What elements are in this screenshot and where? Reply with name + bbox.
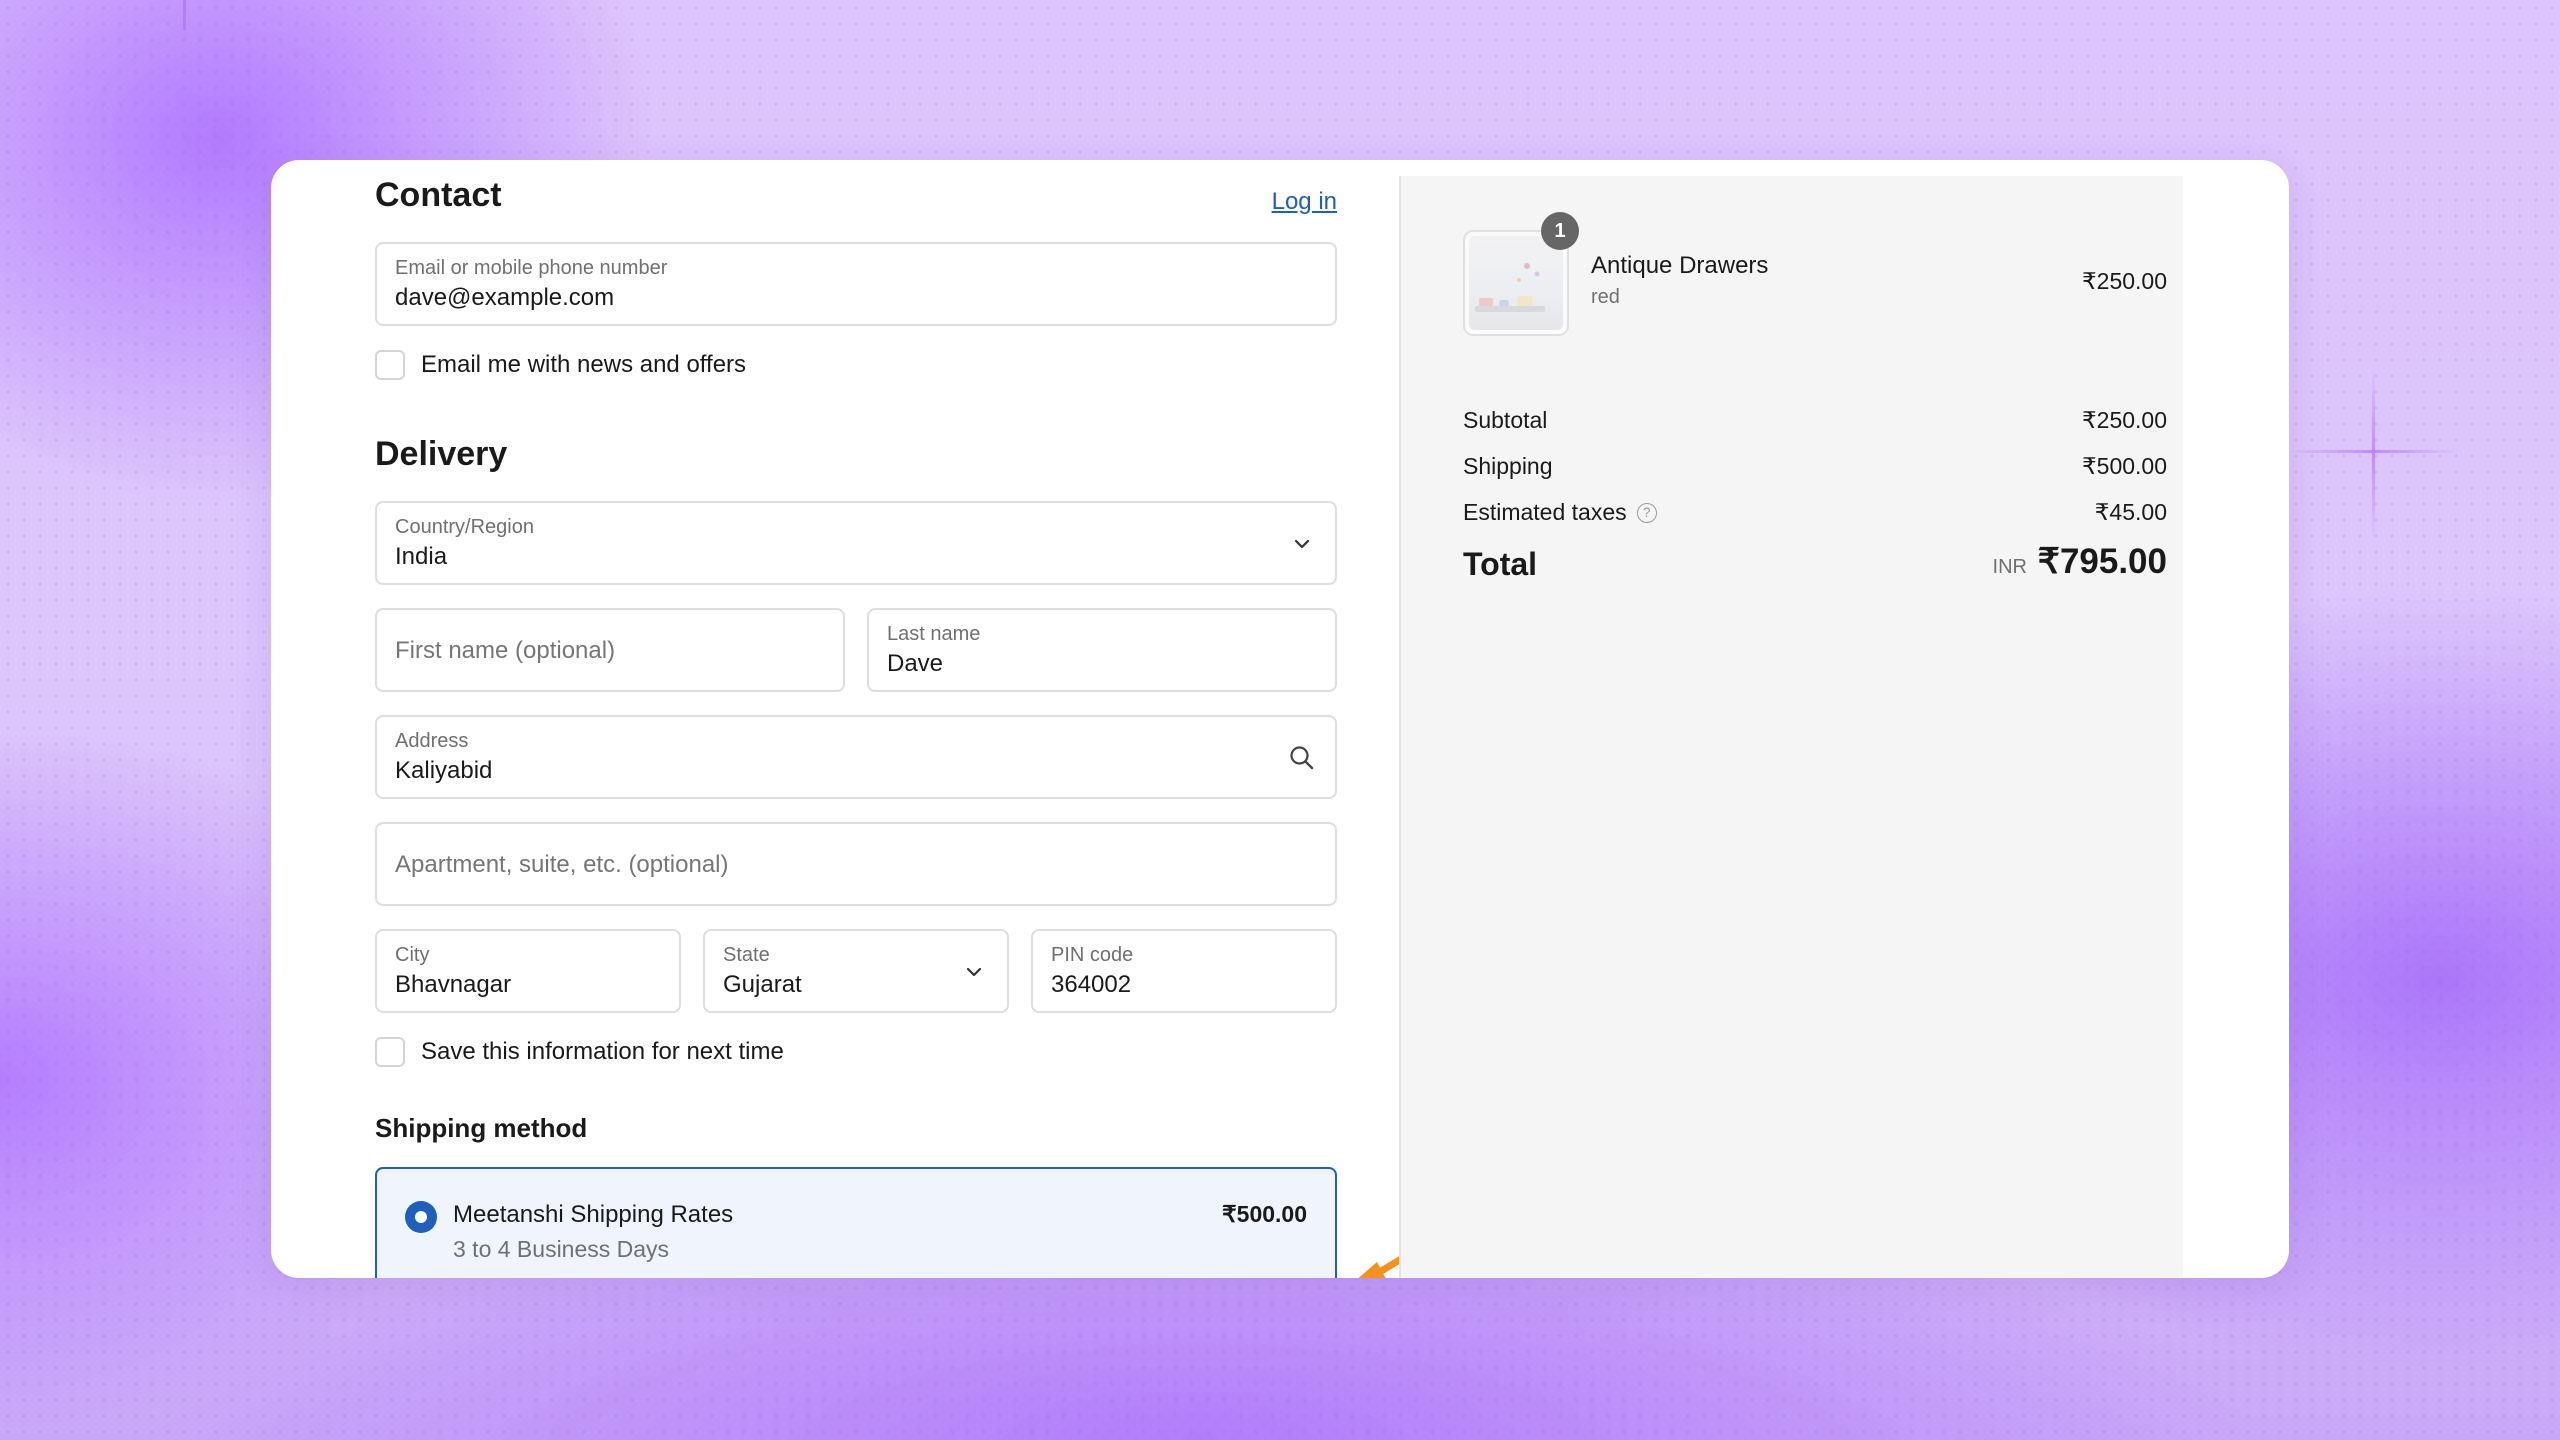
total-currency: INR — [1992, 556, 2027, 578]
address-field[interactable]: Address Kaliyabid — [375, 715, 1337, 799]
subtotal-value: ₹250.00 — [2082, 407, 2167, 433]
search-icon[interactable] — [1287, 743, 1317, 773]
apartment-field[interactable]: Apartment, suite, etc. (optional) — [375, 822, 1337, 906]
shipping-option-name: Meetanshi Shipping Rates — [453, 1201, 734, 1228]
chevron-down-icon — [1294, 539, 1310, 549]
country-label: Country/Region — [395, 516, 534, 538]
help-icon[interactable]: ? — [1636, 502, 1657, 523]
shipping-value: ₹500.00 — [2082, 453, 2167, 479]
shipping-method-title: Shipping method — [375, 1113, 588, 1143]
taxes-row: Estimated taxes ? ₹45.00 — [1463, 499, 2167, 529]
taxes-value: ₹45.00 — [2094, 499, 2167, 525]
contact-title: Contact — [375, 176, 502, 214]
pin-code-label: PIN code — [1051, 944, 1134, 966]
shipping-option-radio[interactable] — [405, 1201, 437, 1233]
product-variant: red — [1591, 286, 1620, 308]
news-checkbox[interactable] — [375, 350, 405, 380]
checkout-card: Contact Log in Email or mobile phone num… — [271, 160, 2289, 1278]
checkout-form: Contact Log in Email or mobile phone num… — [271, 160, 1533, 1278]
email-field-value: dave@example.com — [395, 284, 615, 311]
address-value: Kaliyabid — [395, 757, 493, 784]
product-image-drawing — [1475, 263, 1545, 312]
product-price: ₹250.00 — [2082, 268, 2167, 294]
save-info-label: Save this information for next time — [421, 1038, 784, 1065]
shipping-option[interactable]: Meetanshi Shipping Rates 3 to 4 Business… — [375, 1167, 1337, 1278]
state-select[interactable]: State Gujarat — [703, 929, 1009, 1013]
delivery-title: Delivery — [375, 435, 508, 473]
product-image — [1469, 236, 1563, 330]
last-name-field[interactable]: Last name Dave — [867, 608, 1337, 692]
last-name-label: Last name — [887, 623, 981, 645]
news-checkbox-row[interactable]: Email me with news and offers — [375, 349, 746, 381]
total-label: Total — [1463, 546, 1538, 582]
email-field-label: Email or mobile phone number — [395, 257, 668, 279]
pin-code-field[interactable]: PIN code 364002 — [1031, 929, 1337, 1013]
shipping-label: Shipping — [1463, 453, 1553, 479]
email-field[interactable]: Email or mobile phone number dave@exampl… — [375, 242, 1337, 326]
city-label: City — [395, 944, 430, 966]
product-quantity-badge: 1 — [1541, 212, 1579, 250]
product-name: Antique Drawers — [1591, 252, 1769, 279]
save-info-checkbox[interactable] — [375, 1037, 405, 1067]
pin-code-value: 364002 — [1051, 971, 1132, 998]
decorative-sparkle — [2288, 368, 2458, 538]
city-value: Bhavnagar — [395, 971, 512, 998]
city-field[interactable]: City Bhavnagar — [375, 929, 681, 1013]
subtotal-label: Subtotal — [1463, 407, 1548, 433]
address-label: Address — [395, 730, 469, 752]
decorative-line — [183, 0, 186, 30]
news-checkbox-label: Email me with news and offers — [421, 351, 747, 378]
taxes-label-group: Estimated taxes ? — [1463, 499, 1657, 526]
country-select[interactable]: Country/Region India — [375, 501, 1337, 585]
shipping-option-price: ₹500.00 — [1222, 1201, 1307, 1227]
taxes-label: Estimated taxes — [1463, 499, 1627, 525]
product-thumbnail: 1 — [1463, 212, 1579, 336]
chevron-down-icon — [966, 967, 982, 977]
state-label: State — [723, 944, 770, 966]
total-value: ₹795.00 — [2037, 542, 2167, 581]
subtotal-row: Subtotal ₹250.00 — [1463, 407, 2167, 437]
shipping-row: Shipping ₹500.00 — [1463, 453, 2167, 483]
last-name-value: Dave — [887, 650, 944, 677]
state-value: Gujarat — [723, 971, 802, 998]
save-info-checkbox-row[interactable]: Save this information for next time — [375, 1036, 784, 1068]
first-name-field[interactable]: First name (optional) — [375, 608, 845, 692]
country-value: India — [395, 543, 448, 570]
login-link[interactable]: Log in — [1272, 188, 1337, 216]
total-row: Total INR ₹795.00 — [1463, 542, 2167, 586]
shipping-option-days: 3 to 4 Business Days — [453, 1236, 670, 1262]
order-summary: 1 Antique Drawers red ₹250.00 Subtotal ₹… — [1399, 176, 2183, 1278]
first-name-placeholder: First name (optional) — [395, 637, 616, 664]
apartment-placeholder: Apartment, suite, etc. (optional) — [395, 851, 729, 878]
